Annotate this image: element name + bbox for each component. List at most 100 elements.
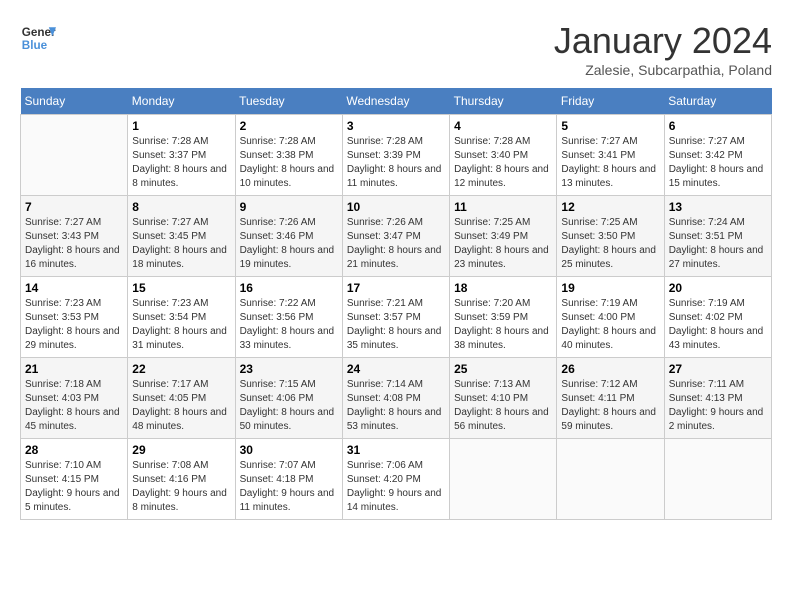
calendar-cell: 21 Sunrise: 7:18 AMSunset: 4:03 PMDayligh… xyxy=(21,358,128,439)
day-number: 17 xyxy=(347,281,445,295)
weekday-header: Monday xyxy=(128,88,235,115)
day-info: Sunrise: 7:18 AMSunset: 4:03 PMDaylight:… xyxy=(25,378,123,434)
day-number: 24 xyxy=(347,362,445,376)
month-title: January 2024 xyxy=(554,20,772,62)
day-info: Sunrise: 7:25 AMSunset: 3:49 PMDaylight:… xyxy=(454,216,552,272)
calendar-cell: 18 Sunrise: 7:20 AMSunset: 3:59 PMDayligh… xyxy=(450,277,557,358)
day-number: 16 xyxy=(240,281,338,295)
calendar-cell: 17 Sunrise: 7:21 AMSunset: 3:57 PMDayligh… xyxy=(342,277,449,358)
day-info: Sunrise: 7:06 AMSunset: 4:20 PMDaylight:… xyxy=(347,459,445,515)
day-number: 8 xyxy=(132,200,230,214)
day-info: Sunrise: 7:22 AMSunset: 3:56 PMDaylight:… xyxy=(240,297,338,353)
calendar-cell: 4 Sunrise: 7:28 AMSunset: 3:40 PMDaylight… xyxy=(450,115,557,196)
day-number: 22 xyxy=(132,362,230,376)
svg-text:Blue: Blue xyxy=(22,39,48,52)
logo: General Blue xyxy=(20,20,56,56)
calendar-cell: 22 Sunrise: 7:17 AMSunset: 4:05 PMDayligh… xyxy=(128,358,235,439)
calendar-cell xyxy=(664,439,771,520)
title-block: January 2024 Zalesie, Subcarpathia, Pola… xyxy=(554,20,772,78)
calendar-cell: 16 Sunrise: 7:22 AMSunset: 3:56 PMDayligh… xyxy=(235,277,342,358)
day-info: Sunrise: 7:23 AMSunset: 3:54 PMDaylight:… xyxy=(132,297,230,353)
day-number: 1 xyxy=(132,119,230,133)
day-number: 11 xyxy=(454,200,552,214)
calendar-cell: 9Sunrise: 7:26 AMSunset: 3:46 PMDaylight… xyxy=(235,196,342,277)
calendar-cell xyxy=(557,439,664,520)
day-info: Sunrise: 7:27 AMSunset: 3:45 PMDaylight:… xyxy=(132,216,230,272)
calendar-table: SundayMondayTuesdayWednesdayThursdayFrid… xyxy=(20,88,772,520)
day-number: 28 xyxy=(25,443,123,457)
weekday-header: Wednesday xyxy=(342,88,449,115)
day-info: Sunrise: 7:25 AMSunset: 3:50 PMDaylight:… xyxy=(561,216,659,272)
day-number: 26 xyxy=(561,362,659,376)
calendar-cell: 31Sunrise: 7:06 AMSunset: 4:20 PMDayligh… xyxy=(342,439,449,520)
calendar-cell: 29 Sunrise: 7:08 AMSunset: 4:16 PMDayligh… xyxy=(128,439,235,520)
day-number: 30 xyxy=(240,443,338,457)
page-header: General Blue January 2024 Zalesie, Subca… xyxy=(20,20,772,78)
calendar-cell: 20Sunrise: 7:19 AMSunset: 4:02 PMDayligh… xyxy=(664,277,771,358)
logo-icon: General Blue xyxy=(20,20,56,56)
day-info: Sunrise: 7:15 AMSunset: 4:06 PMDaylight:… xyxy=(240,378,338,434)
day-info: Sunrise: 7:28 AMSunset: 3:39 PMDaylight:… xyxy=(347,135,445,191)
calendar-cell: 2Sunrise: 7:28 AMSunset: 3:38 PMDaylight… xyxy=(235,115,342,196)
day-info: Sunrise: 7:20 AMSunset: 3:59 PMDaylight:… xyxy=(454,297,552,353)
calendar-cell xyxy=(450,439,557,520)
calendar-cell: 12 Sunrise: 7:25 AMSunset: 3:50 PMDayligh… xyxy=(557,196,664,277)
day-number: 29 xyxy=(132,443,230,457)
day-number: 10 xyxy=(347,200,445,214)
day-number: 14 xyxy=(25,281,123,295)
day-info: Sunrise: 7:28 AMSunset: 3:38 PMDaylight:… xyxy=(240,135,338,191)
calendar-cell: 3 Sunrise: 7:28 AMSunset: 3:39 PMDaylight… xyxy=(342,115,449,196)
day-info: Sunrise: 7:14 AMSunset: 4:08 PMDaylight:… xyxy=(347,378,445,434)
calendar-week-row: 14 Sunrise: 7:23 AMSunset: 3:53 PMDayligh… xyxy=(21,277,772,358)
calendar-cell: 8 Sunrise: 7:27 AMSunset: 3:45 PMDaylight… xyxy=(128,196,235,277)
day-number: 23 xyxy=(240,362,338,376)
day-info: Sunrise: 7:27 AMSunset: 3:43 PMDaylight:… xyxy=(25,216,123,272)
weekday-header: Friday xyxy=(557,88,664,115)
calendar-cell: 23 Sunrise: 7:15 AMSunset: 4:06 PMDayligh… xyxy=(235,358,342,439)
calendar-cell: 11 Sunrise: 7:25 AMSunset: 3:49 PMDayligh… xyxy=(450,196,557,277)
day-number: 3 xyxy=(347,119,445,133)
day-info: Sunrise: 7:13 AMSunset: 4:10 PMDaylight:… xyxy=(454,378,552,434)
calendar-cell: 14 Sunrise: 7:23 AMSunset: 3:53 PMDayligh… xyxy=(21,277,128,358)
day-info: Sunrise: 7:27 AMSunset: 3:41 PMDaylight:… xyxy=(561,135,659,191)
day-number: 4 xyxy=(454,119,552,133)
calendar-cell: 27 Sunrise: 7:11 AMSunset: 4:13 PMDayligh… xyxy=(664,358,771,439)
day-info: Sunrise: 7:28 AMSunset: 3:40 PMDaylight:… xyxy=(454,135,552,191)
calendar-week-row: 28 Sunrise: 7:10 AMSunset: 4:15 PMDayligh… xyxy=(21,439,772,520)
calendar-cell: 7 Sunrise: 7:27 AMSunset: 3:43 PMDaylight… xyxy=(21,196,128,277)
calendar-cell: 13 Sunrise: 7:24 AMSunset: 3:51 PMDayligh… xyxy=(664,196,771,277)
day-number: 6 xyxy=(669,119,767,133)
day-number: 27 xyxy=(669,362,767,376)
day-number: 13 xyxy=(669,200,767,214)
location-subtitle: Zalesie, Subcarpathia, Poland xyxy=(554,62,772,78)
day-info: Sunrise: 7:08 AMSunset: 4:16 PMDaylight:… xyxy=(132,459,230,515)
day-number: 7 xyxy=(25,200,123,214)
day-number: 12 xyxy=(561,200,659,214)
calendar-cell: 25Sunrise: 7:13 AMSunset: 4:10 PMDayligh… xyxy=(450,358,557,439)
calendar-cell: 5Sunrise: 7:27 AMSunset: 3:41 PMDaylight… xyxy=(557,115,664,196)
calendar-cell: 15Sunrise: 7:23 AMSunset: 3:54 PMDayligh… xyxy=(128,277,235,358)
weekday-header: Thursday xyxy=(450,88,557,115)
day-number: 21 xyxy=(25,362,123,376)
weekday-header: Sunday xyxy=(21,88,128,115)
calendar-week-row: 21 Sunrise: 7:18 AMSunset: 4:03 PMDayligh… xyxy=(21,358,772,439)
calendar-cell: 24 Sunrise: 7:14 AMSunset: 4:08 PMDayligh… xyxy=(342,358,449,439)
day-number: 19 xyxy=(561,281,659,295)
weekday-header-row: SundayMondayTuesdayWednesdayThursdayFrid… xyxy=(21,88,772,115)
day-info: Sunrise: 7:21 AMSunset: 3:57 PMDaylight:… xyxy=(347,297,445,353)
day-info: Sunrise: 7:27 AMSunset: 3:42 PMDaylight:… xyxy=(669,135,767,191)
calendar-cell: 30Sunrise: 7:07 AMSunset: 4:18 PMDayligh… xyxy=(235,439,342,520)
day-info: Sunrise: 7:23 AMSunset: 3:53 PMDaylight:… xyxy=(25,297,123,353)
day-info: Sunrise: 7:28 AMSunset: 3:37 PMDaylight:… xyxy=(132,135,230,191)
day-info: Sunrise: 7:19 AMSunset: 4:02 PMDaylight:… xyxy=(669,297,767,353)
weekday-header: Tuesday xyxy=(235,88,342,115)
day-number: 18 xyxy=(454,281,552,295)
day-info: Sunrise: 7:24 AMSunset: 3:51 PMDaylight:… xyxy=(669,216,767,272)
weekday-header: Saturday xyxy=(664,88,771,115)
day-info: Sunrise: 7:17 AMSunset: 4:05 PMDaylight:… xyxy=(132,378,230,434)
calendar-week-row: 1 Sunrise: 7:28 AMSunset: 3:37 PMDaylight… xyxy=(21,115,772,196)
day-info: Sunrise: 7:10 AMSunset: 4:15 PMDaylight:… xyxy=(25,459,123,515)
calendar-cell: 6 Sunrise: 7:27 AMSunset: 3:42 PMDaylight… xyxy=(664,115,771,196)
day-info: Sunrise: 7:11 AMSunset: 4:13 PMDaylight:… xyxy=(669,378,767,434)
calendar-cell: 26Sunrise: 7:12 AMSunset: 4:11 PMDayligh… xyxy=(557,358,664,439)
